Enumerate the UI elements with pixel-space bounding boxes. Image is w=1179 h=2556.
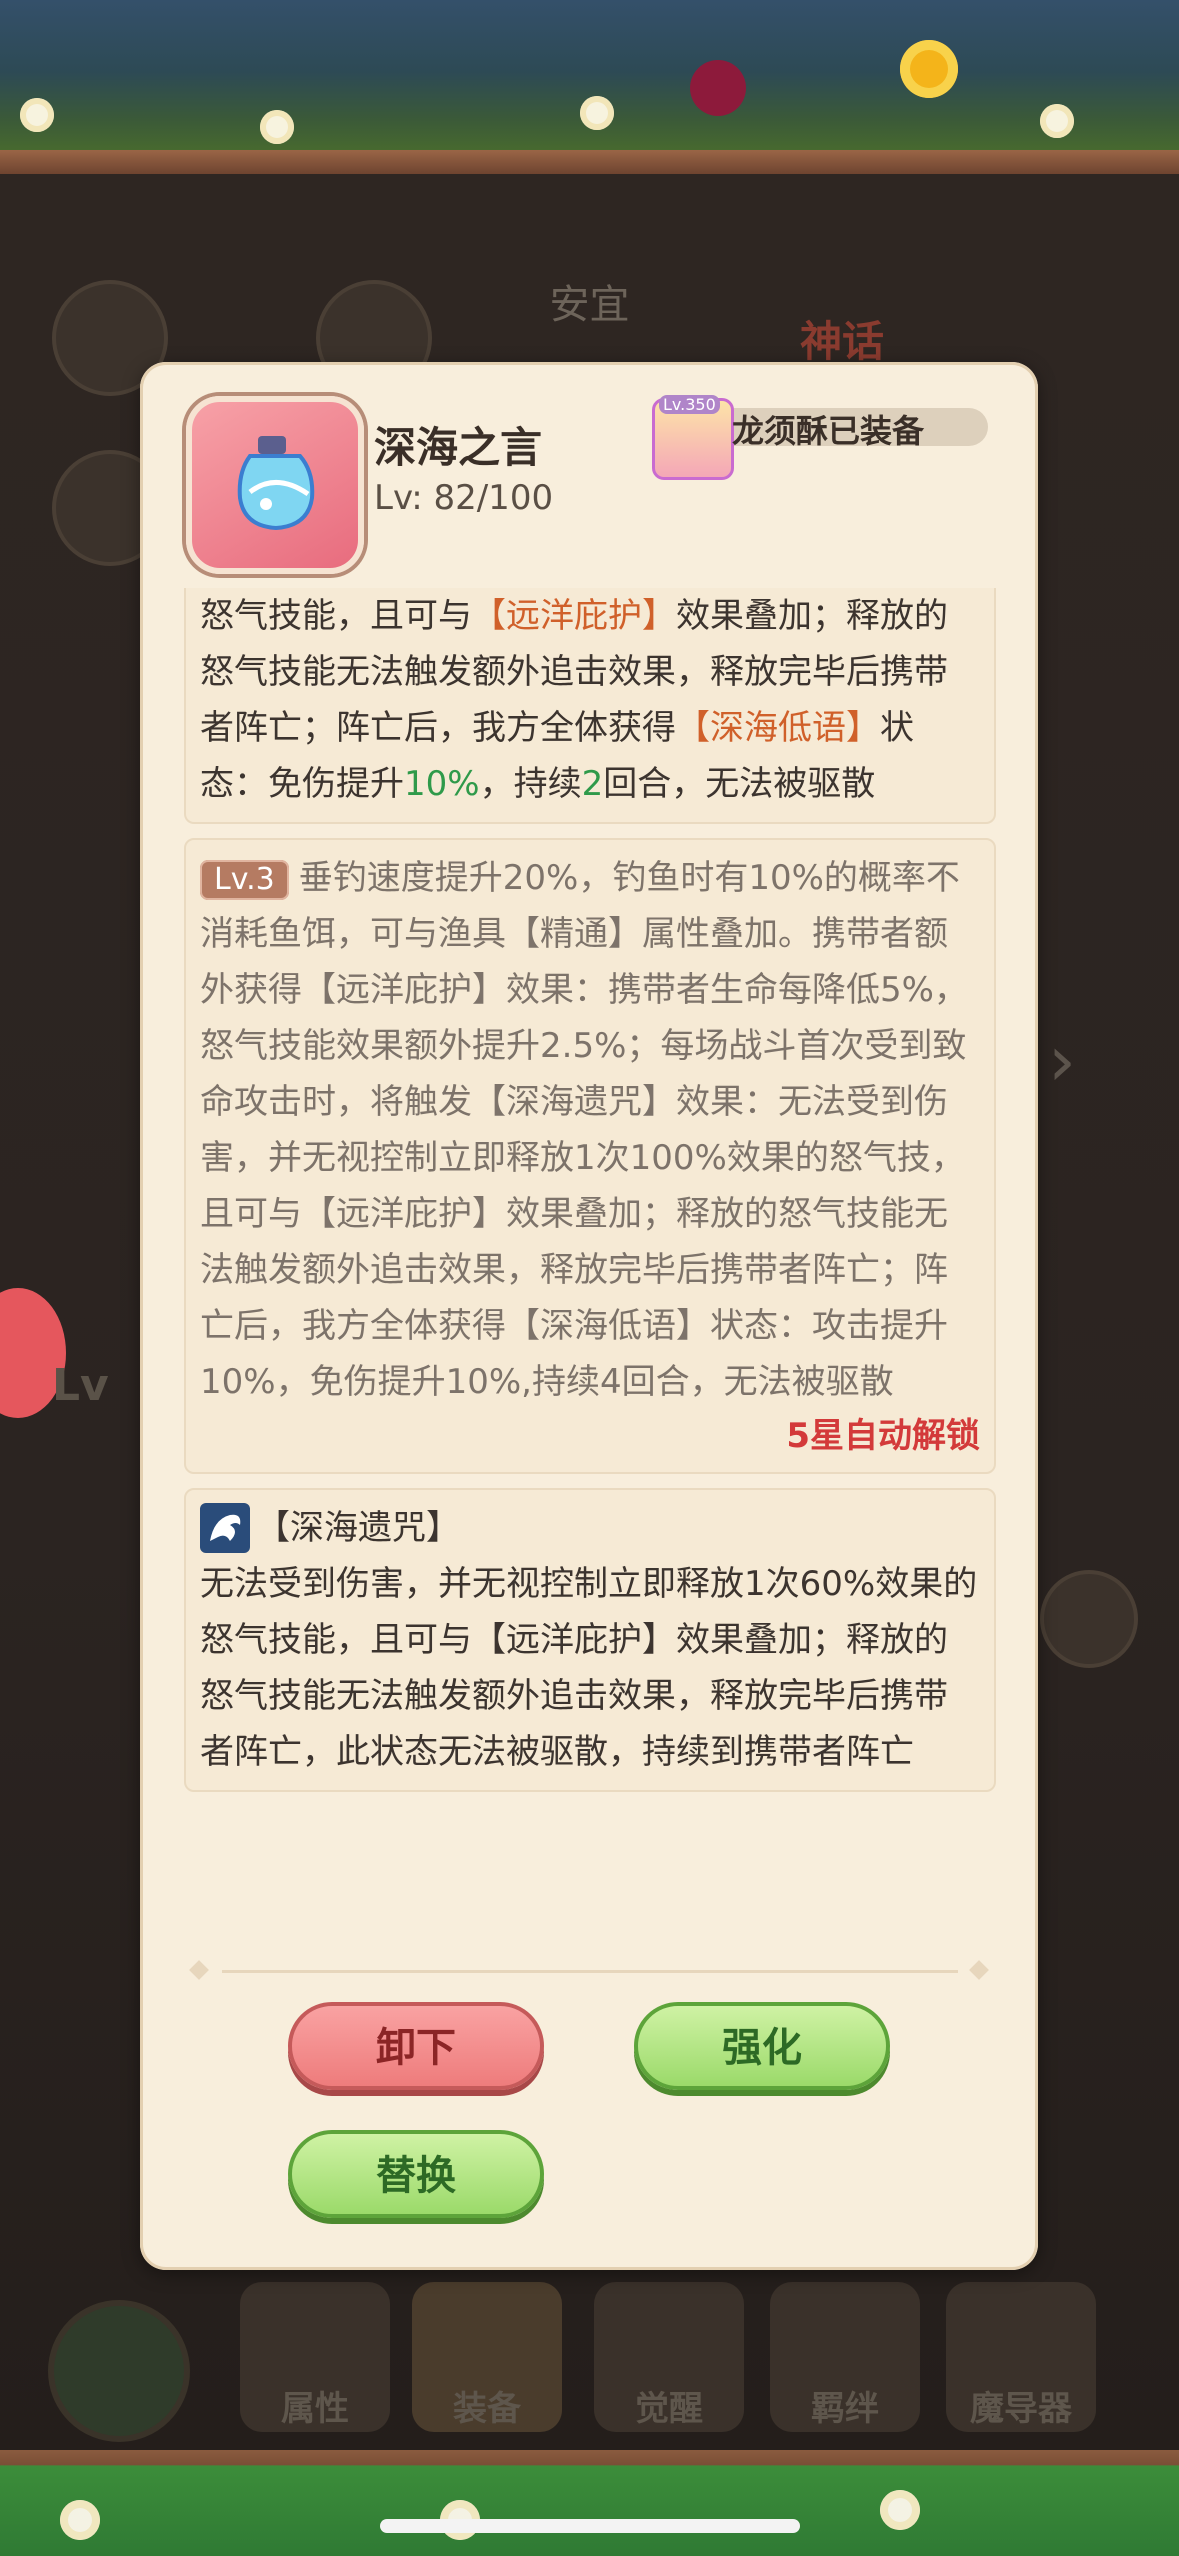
tab-equipment[interactable]: 装备 — [412, 2282, 562, 2432]
effect-text: ，持续 — [479, 764, 582, 804]
lv3-card: Lv.3 垂钓速度提升20%，钓鱼时有10%的概率不消耗鱼饵，可与渔具【精通】属性… — [184, 838, 996, 1474]
tab-label: 觉醒 — [635, 2389, 703, 2429]
tab-magic-device[interactable]: 魔导器 — [946, 2282, 1096, 2432]
tab-label: 属性 — [281, 2389, 349, 2429]
curse-title: 【深海遗咒】 — [256, 1508, 460, 1548]
effect-value: 10% — [404, 764, 480, 804]
bottom-nav: 属性 装备 觉醒 羁绊 魔导器 — [0, 2270, 1179, 2450]
tab-label: 羁绊 — [811, 2389, 879, 2429]
bottle-graphic — [237, 436, 315, 531]
flower-decoration — [1040, 104, 1074, 138]
description-scroll[interactable]: 怒气技能，且可与【远洋庇护】效果叠加；释放的怒气技能无法触发额外追击效果，释放完… — [184, 588, 996, 2088]
divider — [222, 1970, 958, 1973]
effect-card: 怒气技能，且可与【远洋庇护】效果叠加；释放的怒气技能无法触发额外追击效果，释放完… — [184, 588, 996, 824]
tab-label: 魔导器 — [970, 2389, 1072, 2429]
refresh-icon[interactable] — [1040, 1570, 1138, 1668]
tab-awaken[interactable]: 觉醒 — [594, 2282, 744, 2432]
item-detail-dialog: 深海之言 Lv: 82/100 Lv.350 龙须酥已装备 怒气技能，且可与【远… — [140, 362, 1038, 2270]
sunflower-decoration — [900, 40, 958, 98]
bottom-grass — [0, 2450, 1179, 2556]
item-name: 深海之言 — [374, 423, 543, 472]
tab-bond[interactable]: 羁绊 — [770, 2282, 920, 2432]
sea-dragon-graphic — [210, 1514, 241, 1541]
effect-tag: 【远洋庇护】 — [472, 596, 676, 636]
effect-text: 怒气技能，且可与 — [200, 596, 472, 636]
effect-tag: 【深海低语】 — [676, 708, 880, 748]
wooden-rail — [0, 150, 1179, 174]
myth-tag: 神话 — [800, 317, 885, 366]
equipped-by-text: 龙须酥已装备 — [732, 412, 925, 450]
top-scenery-banner — [0, 0, 1179, 160]
flower-decoration — [260, 110, 294, 144]
potion-bottle-icon — [186, 396, 364, 574]
item-level: Lv: 82/100 — [374, 478, 554, 518]
enhance-button[interactable]: 强化 — [634, 2002, 890, 2090]
home-indicator[interactable] — [380, 2519, 800, 2533]
avatar[interactable]: Lv.350 — [652, 395, 734, 480]
level-badge: Lv.3 — [200, 860, 289, 900]
curse-card: 【深海遗咒】 无法受到伤害，并无视控制立即释放1次60%效果的怒气技能，且可与【… — [184, 1488, 996, 1792]
tab-label: 装备 — [453, 2389, 521, 2429]
chevron-right-icon[interactable]: › — [1048, 1020, 1076, 1102]
unlock-note: 5星自动解锁 — [786, 1416, 980, 1456]
avatar-level-badge: Lv.350 — [659, 395, 720, 414]
effect-text: 回合，无法被驱散 — [603, 764, 876, 804]
lv3-text: 垂钓速度提升20%，钓鱼时有10%的概率不消耗鱼饵，可与渔具【精通】属性叠加。携… — [200, 858, 968, 1402]
unequip-button[interactable]: 卸下 — [288, 2002, 544, 2090]
flower-decoration — [20, 98, 54, 132]
flower-decoration — [580, 96, 614, 130]
tab-attributes[interactable]: 属性 — [240, 2282, 390, 2432]
curse-text: 无法受到伤害，并无视控制立即释放1次60%效果的怒气技能，且可与【远洋庇护】效果… — [200, 1564, 978, 1772]
effect-value: 2 — [581, 764, 604, 804]
apple-decoration — [690, 60, 746, 116]
curse-header: 【深海遗咒】 — [200, 1500, 980, 1556]
sea-dragon-icon — [200, 1503, 250, 1553]
replace-button[interactable]: 替换 — [288, 2130, 544, 2218]
flower-decoration — [60, 2500, 100, 2540]
level-label: Lv — [52, 1360, 109, 1411]
hero-name: 安宜 — [549, 282, 630, 328]
flower-decoration — [880, 2490, 920, 2530]
